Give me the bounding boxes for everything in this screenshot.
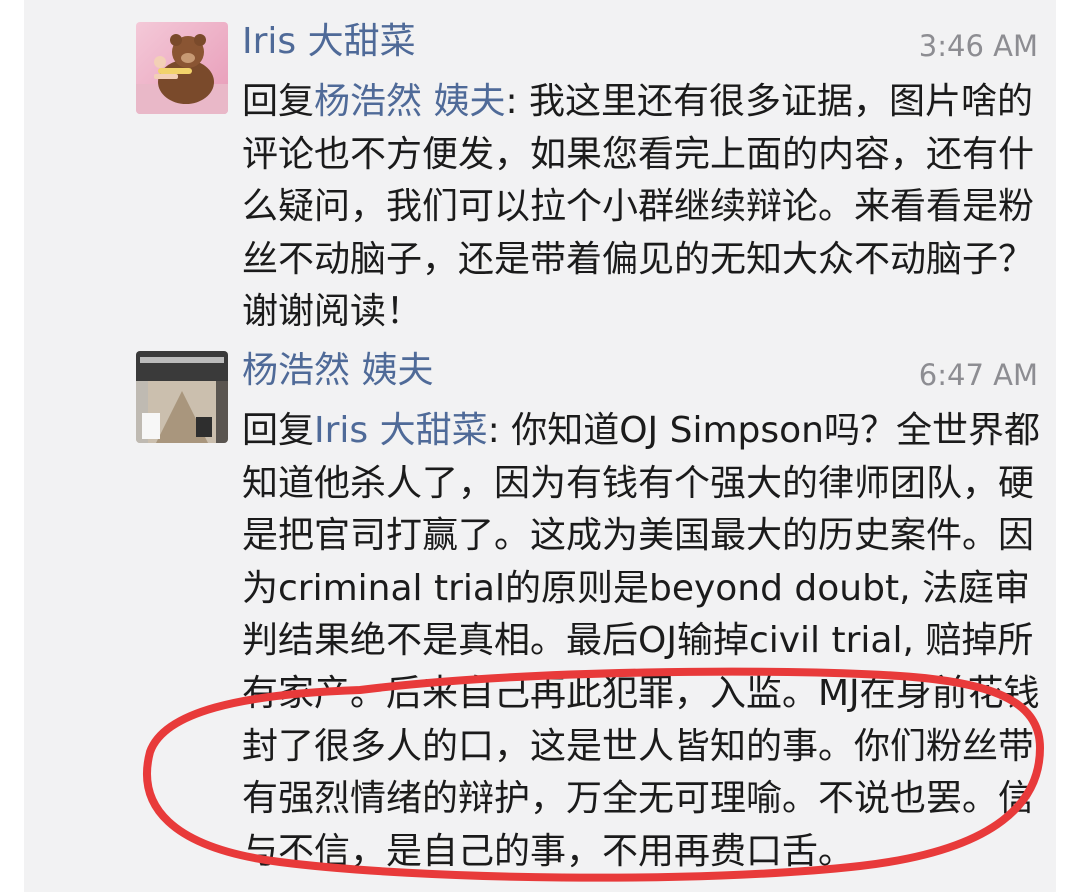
comment-time: 6:47 AM <box>918 358 1038 392</box>
comment-panel: Iris 大甜菜 3:46 AM 回复杨浩然 姨夫: 我这里还有很多证据，图片啥… <box>24 0 1056 892</box>
comment-author[interactable]: Iris 大甜菜 <box>242 14 416 70</box>
avatar[interactable] <box>136 22 228 114</box>
avatar-image-2 <box>136 351 228 443</box>
comment-text: 回复Iris 大甜菜: 你知道OJ Simpson吗？全世界都知道他杀人了，因为… <box>242 405 1042 878</box>
reply-to-name[interactable]: Iris 大甜菜 <box>314 410 488 451</box>
comment-text: 回复杨浩然 姨夫: 我这里还有很多证据，图片啥的评论也不方便发，如果您看完上面的… <box>242 76 1042 339</box>
reply-to-name[interactable]: 杨浩然 姨夫 <box>314 81 505 122</box>
reply-prefix: 回复 <box>242 81 315 122</box>
comment-author[interactable]: 杨浩然 姨夫 <box>242 343 433 399</box>
comment-content: : 你知道OJ Simpson吗？全世界都知道他杀人了，因为有钱有个强大的律师团… <box>242 410 1040 872</box>
avatar[interactable] <box>136 351 228 443</box>
avatar-image-1 <box>136 22 228 114</box>
comment-time: 3:46 AM <box>918 29 1038 63</box>
screenshot-page: Iris 大甜菜 3:46 AM 回复杨浩然 姨夫: 我这里还有很多证据，图片啥… <box>0 0 1080 892</box>
reply-prefix: 回复 <box>242 410 315 451</box>
